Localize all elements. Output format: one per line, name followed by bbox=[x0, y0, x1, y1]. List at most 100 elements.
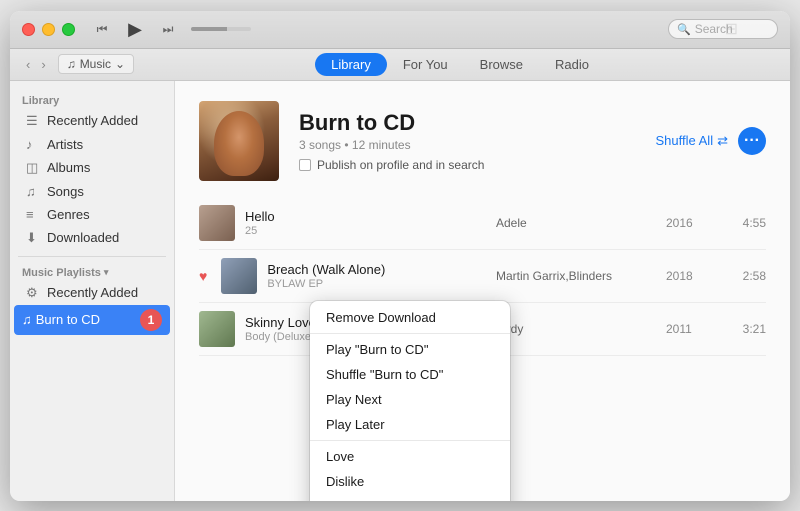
sidebar-item-downloaded[interactable]: ⬇ Downloaded bbox=[14, 226, 170, 250]
sidebar-burn-to-cd-label: Burn to CD bbox=[36, 312, 136, 327]
traffic-lights bbox=[22, 23, 75, 36]
ctx-love[interactable]: Love bbox=[310, 444, 510, 469]
sidebar-item-burn-to-cd[interactable]: ♫ Burn to CD 1 bbox=[14, 305, 170, 335]
track-row[interactable]: ♥ Breach (Walk Alone) BYLAW EP Martin Ga… bbox=[199, 250, 766, 303]
track-sub-1: 25 bbox=[245, 225, 486, 237]
sidebar-item-recently-added[interactable]: ☰ Recently Added bbox=[14, 109, 170, 133]
music-note-icon: ♫ bbox=[67, 57, 76, 71]
context-menu: Remove Download Play "Burn to CD" Shuffl… bbox=[310, 301, 510, 501]
playback-controls: ⏮ ▶ ⏭ bbox=[91, 15, 251, 43]
play-button[interactable]: ▶ bbox=[121, 15, 149, 43]
track-year-1: 2016 bbox=[666, 216, 716, 230]
ctx-remove-download[interactable]: Remove Download bbox=[310, 305, 510, 330]
nav-tabs: Library For You Browse Radio bbox=[315, 53, 605, 76]
ctx-shuffle[interactable]: Shuffle "Burn to CD" bbox=[310, 362, 510, 387]
track-year-2: 2018 bbox=[666, 269, 716, 283]
titlebar: ⏮ ▶ ⏭ ⊞ 🔍 Search bbox=[10, 11, 790, 49]
ctx-divider bbox=[310, 333, 510, 334]
songs-icon: ♫ bbox=[26, 184, 40, 199]
burn-icon: ♫ bbox=[22, 312, 32, 327]
navbar: ‹ › ♫ Music ⌄ Library For You Browse Rad… bbox=[10, 49, 790, 81]
album-info: Burn to CD 3 songs • 12 minutes Publish … bbox=[299, 110, 636, 172]
track-thumbnail-1 bbox=[199, 205, 235, 241]
rewind-button[interactable]: ⏮ bbox=[91, 18, 113, 40]
ctx-dislike[interactable]: Dislike bbox=[310, 469, 510, 494]
library-section-label: Library bbox=[10, 91, 174, 109]
tab-for-you[interactable]: For You bbox=[387, 53, 464, 76]
ctx-play-next-label: Play Next bbox=[326, 392, 382, 407]
playlists-section-label[interactable]: Music Playlists ▾ bbox=[10, 263, 174, 281]
tab-library[interactable]: Library bbox=[315, 53, 387, 76]
album-publish: Publish on profile and in search bbox=[299, 158, 636, 172]
track-name-2: Breach (Walk Alone) bbox=[267, 262, 486, 277]
tab-radio[interactable]: Radio bbox=[539, 53, 605, 76]
nav-location[interactable]: ♫ Music ⌄ bbox=[58, 54, 134, 74]
sidebar-item-recently-added-playlist[interactable]: ⚙ Recently Added bbox=[14, 281, 170, 305]
track-year-3: 2011 bbox=[666, 322, 716, 336]
track-info-2: Breach (Walk Alone) BYLAW EP bbox=[267, 262, 486, 290]
maximize-button[interactable] bbox=[62, 23, 75, 36]
main-window: ⏮ ▶ ⏭ ⊞ 🔍 Search ‹ › ♫ Music ⌄ Library F… bbox=[10, 11, 790, 501]
forward-button[interactable]: › bbox=[37, 55, 49, 74]
heart-icon: ♥ bbox=[199, 268, 207, 284]
sidebar-divider bbox=[18, 256, 166, 257]
chevron-icon: ⌄ bbox=[115, 57, 125, 71]
ctx-play[interactable]: Play "Burn to CD" bbox=[310, 337, 510, 362]
track-name-1: Hello bbox=[245, 209, 486, 224]
ctx-play-label: Play "Burn to CD" bbox=[326, 342, 428, 357]
shuffle-label: Shuffle All bbox=[656, 133, 714, 148]
track-duration-1: 4:55 bbox=[726, 216, 766, 230]
downloaded-icon: ⬇ bbox=[26, 230, 40, 246]
ctx-uncheck[interactable]: Uncheck Selection bbox=[310, 494, 510, 501]
ctx-remove-download-label: Remove Download bbox=[326, 310, 436, 325]
search-placeholder: Search bbox=[695, 22, 733, 36]
sidebar-item-artists[interactable]: ♪ Artists bbox=[14, 133, 170, 156]
settings-icon: ⚙ bbox=[26, 285, 40, 301]
close-button[interactable] bbox=[22, 23, 35, 36]
sidebar-item-recently-added-label: Recently Added bbox=[47, 113, 138, 128]
sidebar-item-genres[interactable]: ≡ Genres bbox=[14, 203, 170, 226]
more-button[interactable]: ··· bbox=[738, 127, 766, 155]
main-content: Library ☰ Recently Added ♪ Artists ◫ Alb… bbox=[10, 81, 790, 501]
ctx-love-label: Love bbox=[326, 449, 354, 464]
recently-added-icon: ☰ bbox=[26, 113, 40, 129]
shuffle-all-button[interactable]: Shuffle All ⇄ bbox=[656, 133, 729, 149]
album-art bbox=[199, 101, 279, 181]
shuffle-icon: ⇄ bbox=[717, 133, 728, 149]
ctx-divider-2 bbox=[310, 440, 510, 441]
back-button[interactable]: ‹ bbox=[22, 55, 34, 74]
album-art-face bbox=[214, 111, 264, 176]
chevron-down-icon: ▾ bbox=[104, 267, 109, 278]
ctx-play-next[interactable]: Play Next bbox=[310, 387, 510, 412]
minimize-button[interactable] bbox=[42, 23, 55, 36]
volume-slider[interactable] bbox=[191, 27, 251, 31]
track-artist-2: Martin Garrix,Blinders bbox=[496, 269, 656, 283]
track-row[interactable]: Hello 25 Adele 2016 4:55 bbox=[199, 197, 766, 250]
track-duration-3: 3:21 bbox=[726, 322, 766, 336]
ctx-play-later[interactable]: Play Later bbox=[310, 412, 510, 437]
search-box[interactable]: 🔍 Search bbox=[668, 19, 778, 39]
sidebar-item-albums[interactable]: ◫ Albums bbox=[14, 156, 170, 180]
sidebar-item-songs[interactable]: ♫ Songs bbox=[14, 180, 170, 203]
sidebar: Library ☰ Recently Added ♪ Artists ◫ Alb… bbox=[10, 81, 175, 501]
fast-forward-button[interactable]: ⏭ bbox=[157, 18, 179, 40]
ctx-shuffle-label: Shuffle "Burn to CD" bbox=[326, 367, 443, 382]
sidebar-recently-added-playlist-label: Recently Added bbox=[47, 285, 138, 300]
tab-browse[interactable]: Browse bbox=[464, 53, 539, 76]
album-meta: 3 songs • 12 minutes bbox=[299, 138, 636, 152]
track-artist-1: Adele bbox=[496, 216, 656, 230]
album-title: Burn to CD bbox=[299, 110, 636, 136]
track-info-1: Hello 25 bbox=[245, 209, 486, 237]
search-icon: 🔍 bbox=[677, 23, 691, 36]
track-duration-2: 2:58 bbox=[726, 269, 766, 283]
ellipsis-icon: ··· bbox=[744, 132, 760, 150]
album-header: Burn to CD 3 songs • 12 minutes Publish … bbox=[175, 81, 790, 197]
track-sub-2: BYLAW EP bbox=[267, 278, 486, 290]
ctx-dislike-label: Dislike bbox=[326, 474, 364, 489]
content-area: Burn to CD 3 songs • 12 minutes Publish … bbox=[175, 81, 790, 501]
albums-icon: ◫ bbox=[26, 160, 40, 176]
track-artist-3: Birdy bbox=[496, 322, 656, 336]
sidebar-item-downloaded-label: Downloaded bbox=[47, 230, 119, 245]
publish-checkbox[interactable] bbox=[299, 159, 311, 171]
album-actions: Shuffle All ⇄ ··· bbox=[656, 127, 767, 155]
